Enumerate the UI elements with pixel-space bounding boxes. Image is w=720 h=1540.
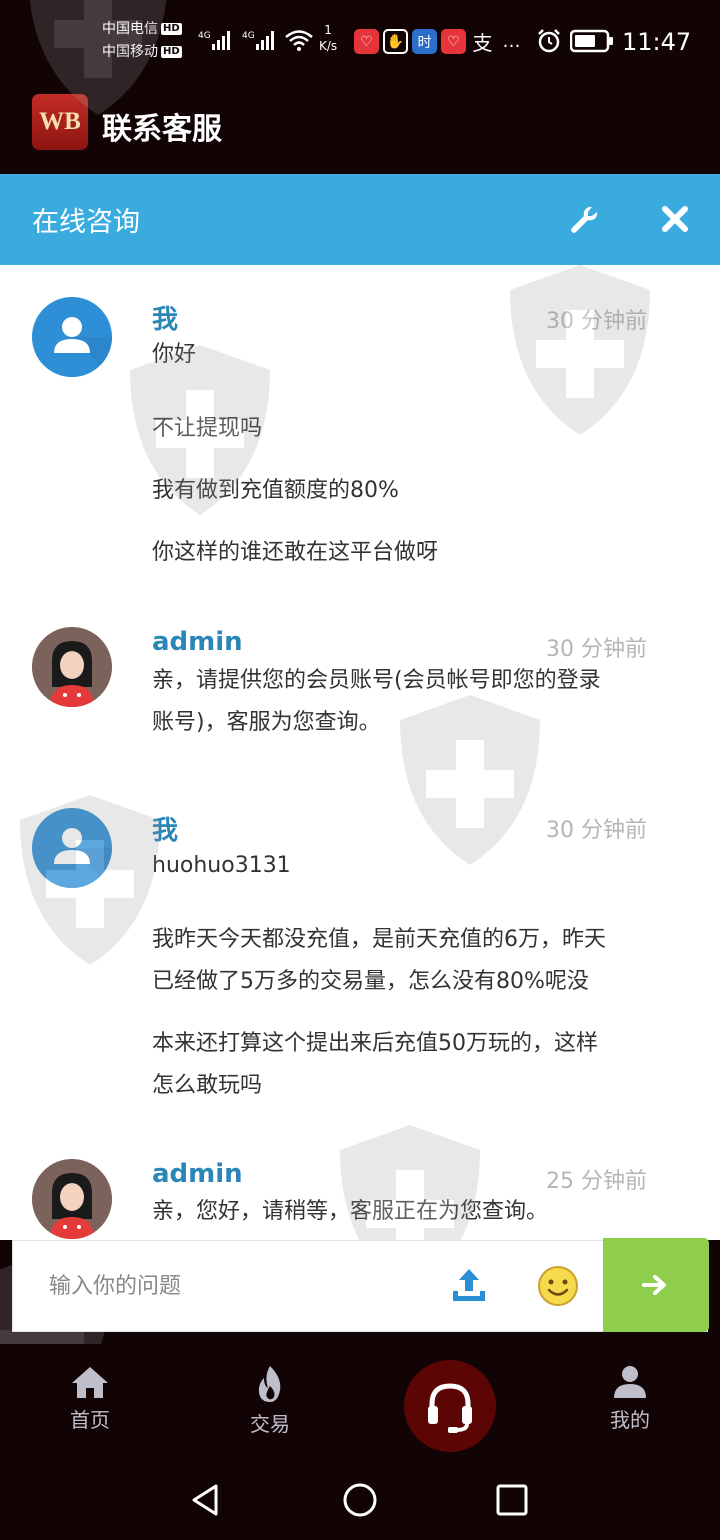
- upload-icon[interactable]: [449, 1265, 489, 1305]
- message-text: 已经做了5万多的交易量，怎么没有80%呢没: [152, 969, 589, 994]
- nav-home-label: 首页: [70, 1408, 110, 1432]
- recents-icon[interactable]: [494, 1482, 530, 1518]
- alipay-icon: 支: [472, 31, 493, 55]
- message-text: 我有做到充值额度的80%: [152, 478, 399, 503]
- app-notification-icon: ♡: [354, 29, 379, 54]
- message-time: 30 分钟前: [546, 309, 647, 334]
- admin-avatar-icon: [32, 627, 112, 707]
- wifi-icon: [285, 30, 313, 51]
- carrier-1: 中国电信: [102, 21, 158, 37]
- message-input[interactable]: [13, 1241, 443, 1331]
- notification-icons: ♡ ✋ 时 ♡ 支 …: [354, 29, 524, 55]
- message-text: 你好: [152, 342, 197, 367]
- sender-name: 我: [152, 816, 179, 846]
- signal-icon: 4G: [242, 31, 274, 50]
- nav-home[interactable]: 首页: [30, 1364, 150, 1433]
- message-text: huohuo3131: [152, 853, 291, 878]
- flame-icon: [258, 1366, 281, 1402]
- network-speed-unit: K/s: [319, 39, 338, 53]
- network-speed: 1 K/s: [319, 22, 337, 54]
- app-notification-icon: 时: [412, 29, 437, 54]
- status-bar: 中国电信 HD 中国移动 HD 4G 4G 1 K/s ♡ ✋ 时 ♡ 支 … 11…: [0, 0, 720, 84]
- clock: 11:47: [622, 28, 692, 56]
- message-text: 亲，请提供您的会员账号(会员帐号即您的登录: [152, 668, 601, 693]
- net-type-label: 4G: [242, 31, 255, 41]
- user-avatar-icon: [32, 808, 112, 888]
- sender-name: 我: [152, 305, 179, 335]
- nav-mine[interactable]: 我的: [570, 1364, 690, 1433]
- consult-header: 在线咨询: [0, 174, 720, 265]
- hd-badge: HD: [161, 46, 182, 58]
- battery-icon: [570, 29, 613, 53]
- message-time: 30 分钟前: [546, 818, 647, 843]
- carrier-2: 中国移动: [102, 44, 158, 60]
- overflow-icon: …: [502, 31, 521, 52]
- admin-avatar: [32, 627, 112, 707]
- close-icon[interactable]: [660, 204, 690, 234]
- consult-title: 在线咨询: [32, 207, 140, 238]
- home-circle-icon[interactable]: [342, 1482, 378, 1518]
- message-text: 你这样的谁还敢在这平台做呀: [152, 540, 439, 565]
- user-avatar: [32, 297, 112, 377]
- headset-icon: [428, 1383, 472, 1433]
- message-text: 亲，您好，请稍等，客服正在为您查询。: [152, 1199, 549, 1224]
- app-notification-icon: ♡: [441, 29, 466, 54]
- system-nav-bar: [0, 1460, 720, 1540]
- back-icon[interactable]: [188, 1482, 224, 1518]
- message-text: 不让提现吗: [152, 416, 263, 441]
- carrier-info: 中国电信 HD 中国移动 HD: [102, 18, 182, 64]
- message-time: 30 分钟前: [546, 637, 647, 662]
- sender-name: admin: [152, 1159, 243, 1189]
- person-icon: [614, 1366, 646, 1398]
- nav-trade[interactable]: 交易: [210, 1364, 330, 1437]
- nav-mine-label: 我的: [610, 1408, 650, 1432]
- message-input-bar: [12, 1238, 709, 1332]
- admin-avatar: [32, 1159, 112, 1239]
- arrow-right-icon: [642, 1275, 666, 1295]
- hand-icon: ✋: [383, 29, 408, 54]
- home-icon: [72, 1367, 108, 1398]
- signal-icon: 4G: [198, 31, 230, 50]
- message-text: 我昨天今天都没充值，是前天充值的6万，昨天: [152, 927, 606, 952]
- admin-avatar-icon: [32, 1159, 112, 1239]
- message-text: 怎么敢玩吗: [152, 1073, 263, 1098]
- hd-badge: HD: [161, 23, 182, 35]
- wrench-icon[interactable]: [568, 204, 600, 236]
- send-button[interactable]: [603, 1238, 709, 1332]
- nav-customer-service[interactable]: [404, 1360, 496, 1452]
- app-logo: WB: [32, 94, 88, 150]
- app-header: WB 联系客服: [0, 84, 720, 174]
- message-text: 账号)，客服为您查询。: [152, 710, 381, 735]
- chat-message-list[interactable]: 我 30 分钟前 你好 不让提现吗 我有做到充值额度的80% 你这样的谁还敢在这…: [0, 265, 720, 1240]
- emoji-icon[interactable]: [537, 1265, 579, 1307]
- alarm-icon: [538, 29, 560, 53]
- nav-trade-label: 交易: [250, 1412, 290, 1436]
- network-speed-value: 1: [324, 23, 332, 37]
- user-avatar-icon: [32, 297, 112, 377]
- net-type-label: 4G: [198, 31, 211, 41]
- message-text: 本来还打算这个提出来后充值50万玩的，这样: [152, 1031, 598, 1056]
- message-time: 25 分钟前: [546, 1169, 647, 1194]
- bottom-nav: 首页 交易 我的: [0, 1344, 720, 1460]
- user-avatar: [32, 808, 112, 888]
- sender-name: admin: [152, 627, 243, 657]
- page-title: 联系客服: [102, 112, 222, 147]
